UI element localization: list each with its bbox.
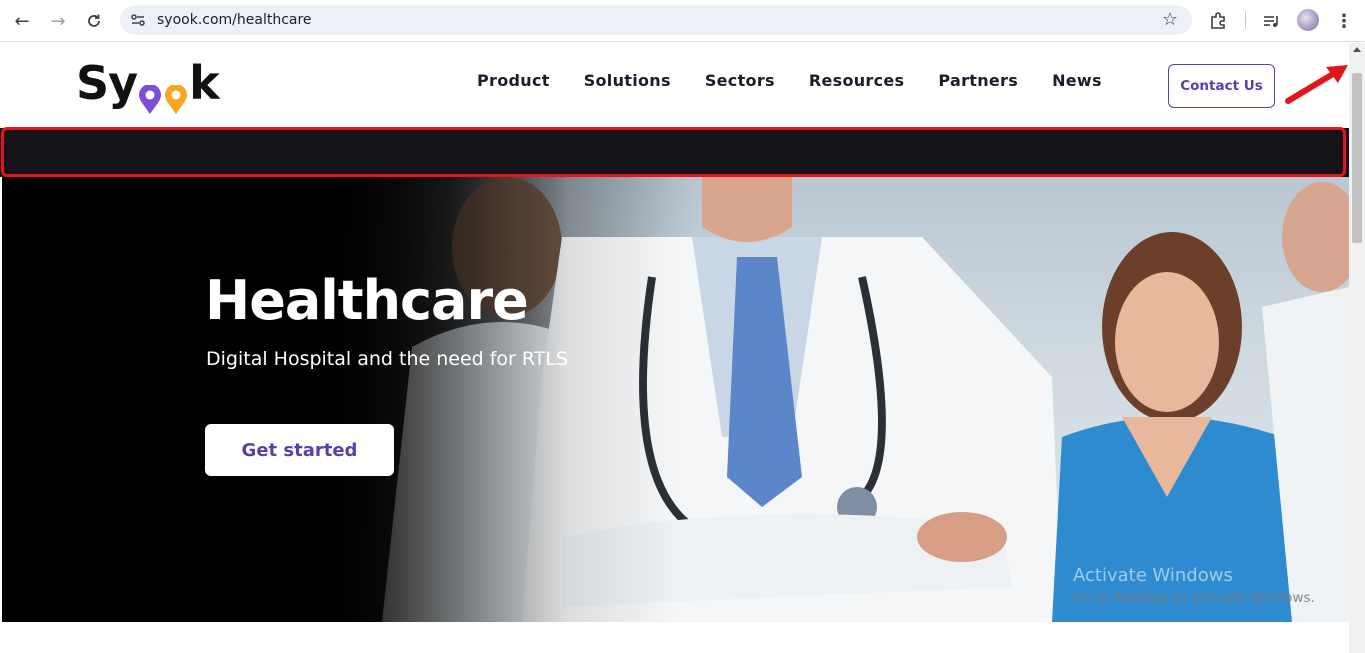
annotation-arrow-icon	[1285, 65, 1348, 104]
scrollbar-thumb[interactable]	[1352, 73, 1362, 243]
nav-item-resources[interactable]: Resources	[809, 71, 905, 90]
browser-toolbar: ← → syook.com/healthcare ☆ ⋮	[0, 0, 1365, 42]
contact-us-button[interactable]: Contact Us	[1168, 64, 1275, 108]
url-text[interactable]: syook.com/healthcare	[157, 12, 312, 28]
hero-background-image	[2, 177, 1349, 622]
kebab-menu-icon[interactable]: ⋮	[1332, 9, 1356, 33]
bookmark-star-icon[interactable]: ☆	[1162, 9, 1178, 30]
logo-text-end: k	[189, 56, 220, 110]
hero-title: Healthcare	[205, 269, 529, 332]
nav-item-product[interactable]: Product	[477, 71, 550, 90]
windows-watermark-subtitle: Go to Settings to activate Windows.	[1073, 590, 1315, 606]
media-queue-icon[interactable]	[1259, 9, 1283, 33]
site-settings-icon[interactable]	[130, 12, 146, 28]
profile-avatar[interactable]	[1297, 9, 1319, 31]
get-started-button[interactable]: Get started	[205, 424, 394, 476]
site-header: Sy k Product Solutions Sectors Resources…	[0, 43, 1349, 125]
address-bar[interactable]: syook.com/healthcare ☆	[120, 5, 1192, 35]
extensions-icon[interactable]	[1206, 9, 1230, 33]
toolbar-separator	[1245, 11, 1246, 29]
windows-watermark-title: Activate Windows	[1073, 565, 1233, 586]
main-nav: Product Solutions Sectors Resources Part…	[477, 71, 1136, 90]
logo-text-start: Sy	[76, 56, 138, 110]
annotation-highlight-box	[1, 127, 1346, 177]
hero-subtitle: Digital Hospital and the need for RTLS	[206, 348, 568, 370]
nav-item-sectors[interactable]: Sectors	[705, 71, 775, 90]
nav-item-news[interactable]: News	[1052, 71, 1102, 90]
nav-item-solutions[interactable]: Solutions	[584, 71, 671, 90]
page-scrollbar[interactable]	[1349, 43, 1365, 653]
back-icon[interactable]: ←	[10, 9, 34, 33]
hero-section: Healthcare Digital Hospital and the need…	[2, 177, 1349, 622]
forward-icon[interactable]: →	[46, 9, 70, 33]
logo-pin-orange-icon	[164, 72, 188, 114]
page-viewport: Sy k Product Solutions Sectors Resources…	[0, 43, 1349, 653]
scroll-up-arrow-icon[interactable]	[1353, 47, 1361, 52]
logo-pin-purple-icon	[138, 72, 162, 114]
reload-icon[interactable]	[82, 9, 106, 33]
syook-logo[interactable]: Sy k	[76, 53, 220, 114]
nav-item-partners[interactable]: Partners	[938, 71, 1018, 90]
